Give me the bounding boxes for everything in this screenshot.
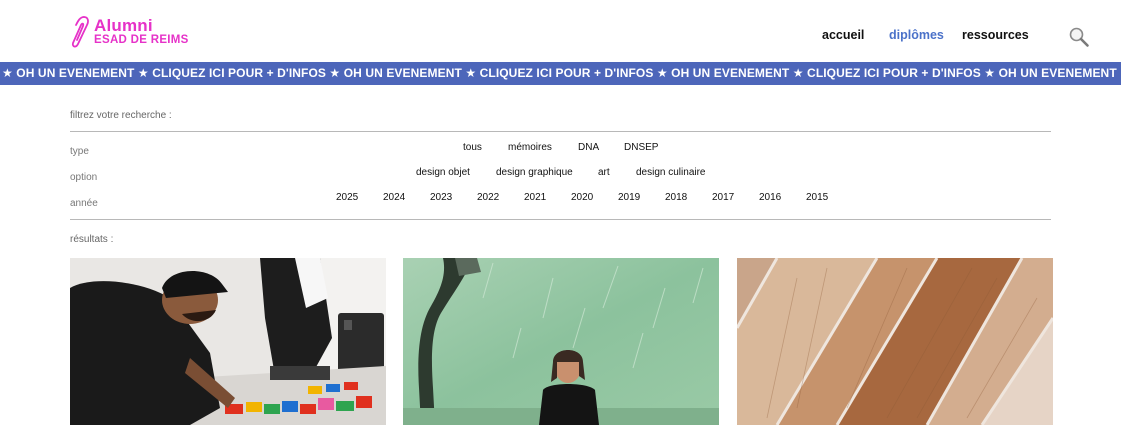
nav-item-ressources[interactable]: ressources: [962, 28, 1029, 42]
nav-item-accueil[interactable]: accueil: [822, 28, 864, 42]
filter-option-art[interactable]: art: [598, 167, 610, 178]
filter-type-dna[interactable]: DNA: [578, 142, 599, 153]
result-card-2[interactable]: [403, 258, 719, 425]
filter-type-tous[interactable]: tous: [463, 142, 482, 153]
filter-type-label: type: [70, 146, 89, 157]
filter-divider-bottom: [70, 219, 1051, 220]
filter-year-2022[interactable]: 2022: [477, 192, 499, 203]
filter-year-2023[interactable]: 2023: [430, 192, 452, 203]
results-title: résultats :: [70, 234, 114, 245]
filter-year-2019[interactable]: 2019: [618, 192, 640, 203]
filter-year-2020[interactable]: 2020: [571, 192, 593, 203]
event-banner-text: ★ OH UN EVENEMENT ★ CLIQUEZ ICI POUR + D…: [2, 66, 1121, 80]
filter-year-2017[interactable]: 2017: [712, 192, 734, 203]
filter-option-label: option: [70, 172, 98, 183]
paperclip-logo-icon: [71, 16, 89, 48]
filter-year-2018[interactable]: 2018: [665, 192, 687, 203]
result-card-3[interactable]: [737, 258, 1053, 425]
filter-year-2021[interactable]: 2021: [524, 192, 546, 203]
result-card-1[interactable]: [70, 258, 386, 425]
filter-option-design-culinaire[interactable]: design culinaire: [636, 167, 706, 178]
filter-type-memoires[interactable]: mémoires: [508, 142, 552, 153]
filter-option-design-graphique[interactable]: design graphique: [496, 167, 573, 178]
site-header: Alumni ESAD DE REIMS accueil diplômes re…: [0, 0, 1121, 62]
logo-subtitle: ESAD DE REIMS: [94, 34, 189, 47]
filter-year-2025[interactable]: 2025: [336, 192, 358, 203]
filter-title: filtrez votre recherche :: [70, 110, 172, 121]
person-arranging-objects-photo: [70, 258, 386, 425]
filter-year-2016[interactable]: 2016: [759, 192, 781, 203]
filter-divider-top: [70, 131, 1051, 132]
logo-title: Alumni: [94, 16, 153, 36]
filter-year-2024[interactable]: 2024: [383, 192, 405, 203]
filter-type-dnsep[interactable]: DNSEP: [624, 142, 658, 153]
nav-item-diplomes[interactable]: diplômes: [889, 28, 944, 42]
wood-panels-photo: [737, 258, 1053, 425]
filter-year-2015[interactable]: 2015: [806, 192, 828, 203]
child-with-sculpture-photo: [403, 258, 719, 425]
filter-year-label: année: [70, 198, 98, 209]
filter-option-design-objet[interactable]: design objet: [416, 167, 470, 178]
site-logo[interactable]: Alumni ESAD DE REIMS: [70, 12, 210, 52]
search-icon[interactable]: [1068, 26, 1090, 48]
event-banner[interactable]: ★ OH UN EVENEMENT ★ CLIQUEZ ICI POUR + D…: [0, 62, 1121, 85]
